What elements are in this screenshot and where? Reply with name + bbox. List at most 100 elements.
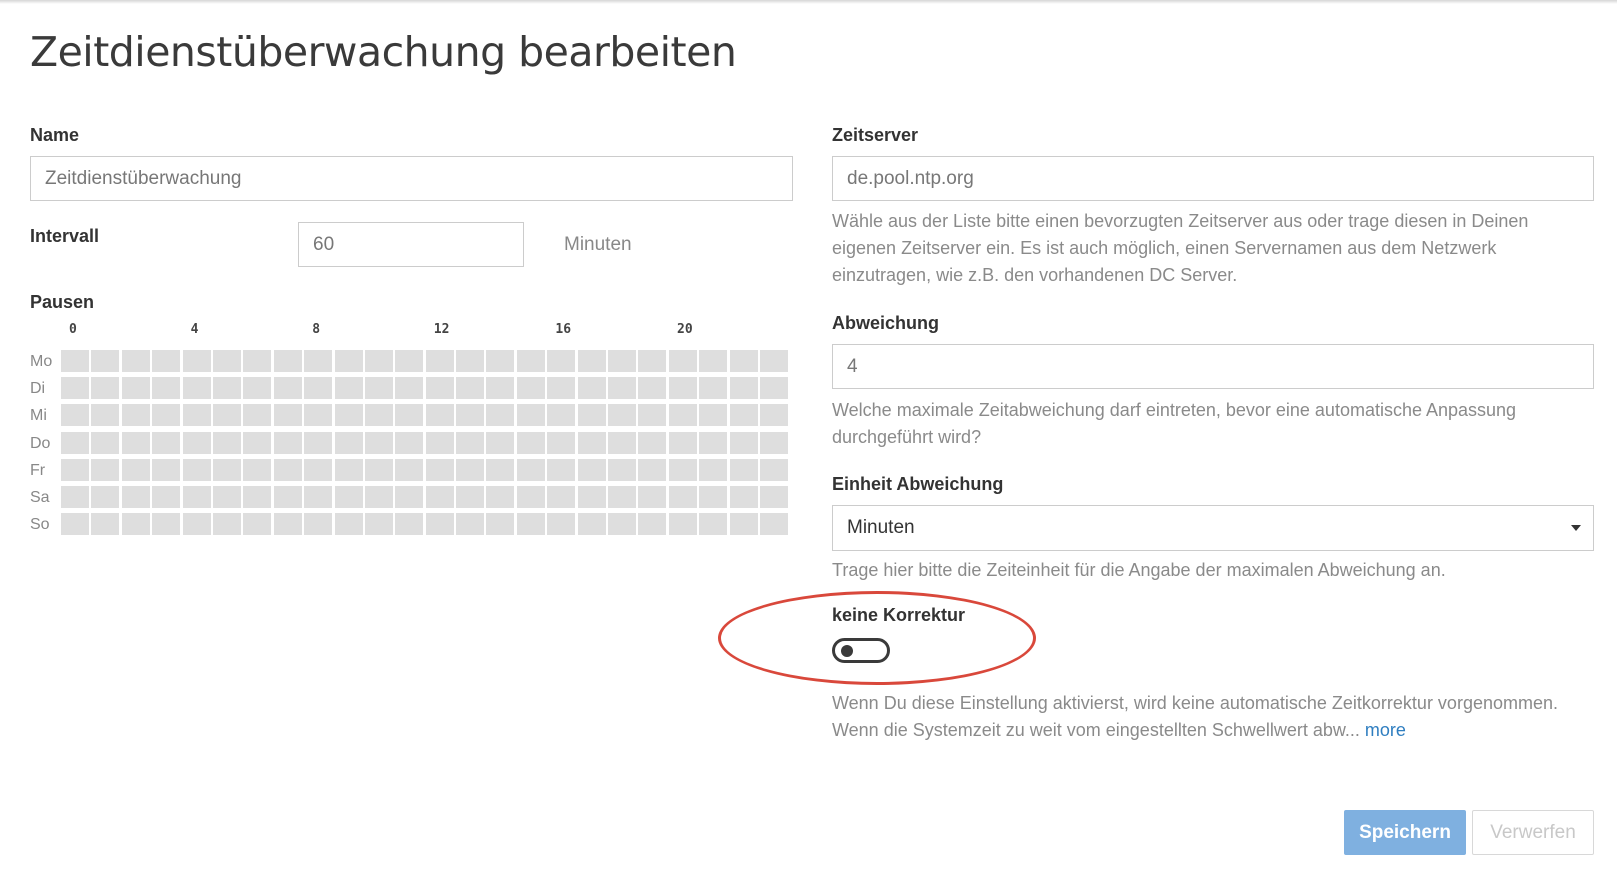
discard-button[interactable]: Verwerfen <box>1472 810 1594 855</box>
pause-cell[interactable] <box>334 431 363 454</box>
pause-cell[interactable] <box>456 431 485 454</box>
pause-cell[interactable] <box>334 404 363 427</box>
pause-cell[interactable] <box>273 458 302 481</box>
pause-cell[interactable] <box>121 377 150 400</box>
pause-cell[interactable] <box>304 486 333 508</box>
pause-cell[interactable] <box>61 377 89 400</box>
pause-cell[interactable] <box>668 458 697 481</box>
pause-cell[interactable] <box>364 458 393 481</box>
pause-cell[interactable] <box>91 377 120 400</box>
pause-cell[interactable] <box>699 513 728 536</box>
pause-cell[interactable] <box>182 458 211 481</box>
pause-cell[interactable] <box>152 431 181 454</box>
pause-cell[interactable] <box>729 404 758 427</box>
pause-cell[interactable] <box>456 377 485 400</box>
pause-cell[interactable] <box>608 350 637 372</box>
pause-cell[interactable] <box>364 486 393 508</box>
pause-cell[interactable] <box>668 404 697 427</box>
pause-cell[interactable] <box>182 513 211 536</box>
pause-cell[interactable] <box>577 377 606 400</box>
pause-cell[interactable] <box>273 377 302 400</box>
deviation-unit-select[interactable]: Minuten <box>832 505 1594 551</box>
pause-cell[interactable] <box>61 458 89 481</box>
pause-cell[interactable] <box>364 350 393 372</box>
deviation-input[interactable]: 4 <box>832 344 1594 389</box>
pause-cell[interactable] <box>304 404 333 427</box>
pause-cell[interactable] <box>456 513 485 536</box>
pause-cell[interactable] <box>668 513 697 536</box>
pause-cell[interactable] <box>273 486 302 508</box>
pause-cell[interactable] <box>395 458 424 481</box>
pause-cell[interactable] <box>121 404 150 427</box>
pause-cell[interactable] <box>547 458 576 481</box>
pause-cell[interactable] <box>304 377 333 400</box>
pause-cell[interactable] <box>577 350 606 372</box>
pause-cell[interactable] <box>152 377 181 400</box>
pause-cell[interactable] <box>638 486 667 508</box>
pause-cell[interactable] <box>699 486 728 508</box>
pause-cell[interactable] <box>516 350 545 372</box>
pause-cell[interactable] <box>547 350 576 372</box>
pause-cell[interactable] <box>516 513 545 536</box>
pause-cell[interactable] <box>243 513 272 536</box>
pause-cell[interactable] <box>334 513 363 536</box>
pause-cell[interactable] <box>486 458 515 481</box>
pause-cell[interactable] <box>121 458 150 481</box>
pause-cell[interactable] <box>577 431 606 454</box>
pause-cell[interactable] <box>273 513 302 536</box>
pause-cell[interactable] <box>699 431 728 454</box>
pause-cell[interactable] <box>638 377 667 400</box>
pause-cell[interactable] <box>638 513 667 536</box>
pause-cell[interactable] <box>547 486 576 508</box>
pause-cell[interactable] <box>243 486 272 508</box>
pause-cell[interactable] <box>304 513 333 536</box>
pause-cell[interactable] <box>699 404 728 427</box>
time-server-input[interactable]: de.pool.ntp.org <box>832 156 1594 201</box>
pause-cell[interactable] <box>456 350 485 372</box>
pause-cell[interactable] <box>212 486 241 508</box>
pause-cell[interactable] <box>304 350 333 372</box>
pause-cell[interactable] <box>91 458 120 481</box>
pause-cell[interactable] <box>243 350 272 372</box>
pause-cell[interactable] <box>334 486 363 508</box>
pause-cell[interactable] <box>212 377 241 400</box>
pause-cell[interactable] <box>759 431 788 454</box>
pause-cell[interactable] <box>395 431 424 454</box>
pause-cell[interactable] <box>759 377 788 400</box>
pause-cell[interactable] <box>729 513 758 536</box>
pause-cell[interactable] <box>395 486 424 508</box>
pause-cell[interactable] <box>273 431 302 454</box>
pause-cell[interactable] <box>516 377 545 400</box>
pause-cell[interactable] <box>334 350 363 372</box>
pause-cell[interactable] <box>699 350 728 372</box>
pause-cell[interactable] <box>577 458 606 481</box>
pause-cell[interactable] <box>759 486 788 508</box>
pause-cell[interactable] <box>152 404 181 427</box>
pause-cell[interactable] <box>395 404 424 427</box>
pause-cell[interactable] <box>516 458 545 481</box>
pause-cell[interactable] <box>759 458 788 481</box>
pause-cell[interactable] <box>608 377 637 400</box>
pause-cell[interactable] <box>364 513 393 536</box>
pause-cell[interactable] <box>699 377 728 400</box>
name-input[interactable]: Zeitdienstüberwachung <box>30 156 793 201</box>
pause-cell[interactable] <box>364 404 393 427</box>
pause-cell[interactable] <box>547 513 576 536</box>
pause-cell[interactable] <box>425 431 454 454</box>
pause-cell[interactable] <box>486 513 515 536</box>
pause-cell[interactable] <box>577 404 606 427</box>
pause-cell[interactable] <box>212 404 241 427</box>
pause-cell[interactable] <box>152 458 181 481</box>
pause-cell[interactable] <box>759 350 788 372</box>
pause-cell[interactable] <box>243 377 272 400</box>
pause-cell[interactable] <box>395 350 424 372</box>
pause-cell[interactable] <box>608 458 637 481</box>
pause-cell[interactable] <box>608 486 637 508</box>
pause-cell[interactable] <box>91 486 120 508</box>
pause-cell[interactable] <box>547 431 576 454</box>
pause-cell[interactable] <box>121 431 150 454</box>
pause-cell[interactable] <box>425 377 454 400</box>
pause-cell[interactable] <box>152 513 181 536</box>
pause-cell[interactable] <box>486 404 515 427</box>
pause-cell[interactable] <box>182 431 211 454</box>
